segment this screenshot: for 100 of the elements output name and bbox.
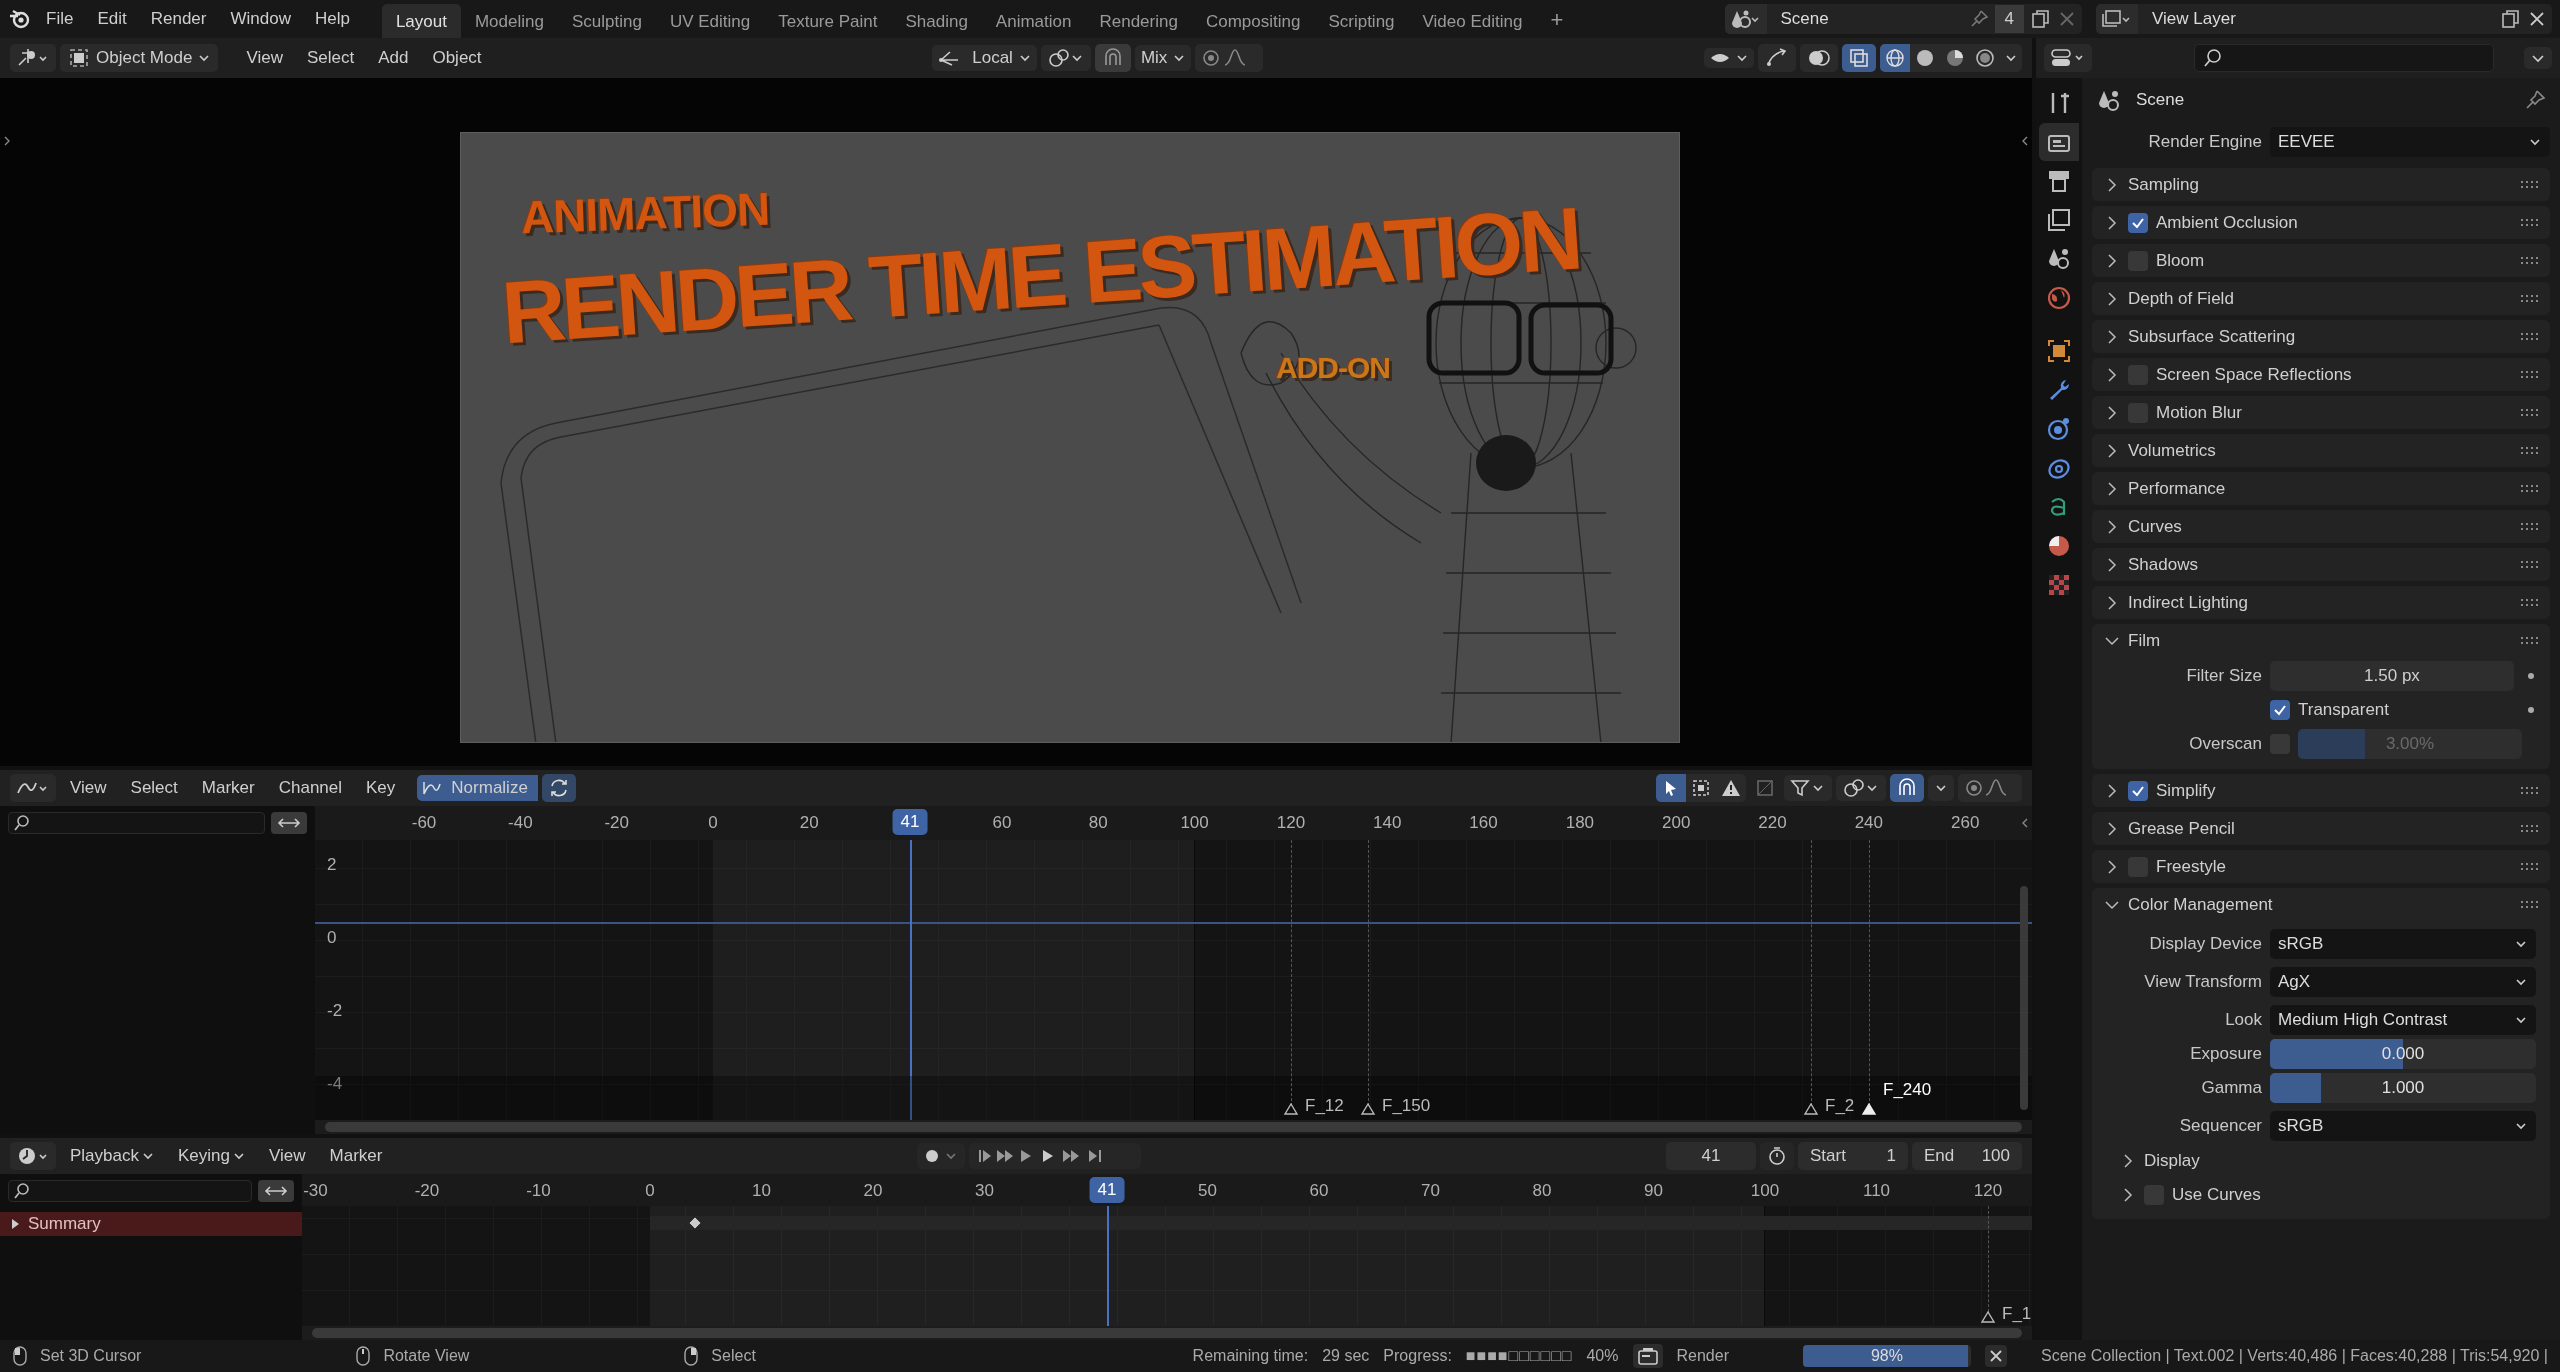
menu-item[interactable]: Help bbox=[304, 5, 360, 33]
checkbox-option[interactable]: Transparent bbox=[2270, 700, 2390, 720]
panel-header[interactable]: Depth of Field bbox=[2092, 282, 2550, 315]
drag-handle-icon[interactable] bbox=[2520, 899, 2540, 910]
menu-item[interactable]: View bbox=[236, 44, 293, 72]
panel-header[interactable]: Film bbox=[2092, 624, 2550, 657]
app-logo-icon[interactable] bbox=[8, 8, 32, 30]
current-frame-indicator[interactable]: 41 bbox=[1089, 1177, 1125, 1203]
record-button[interactable] bbox=[917, 1143, 966, 1169]
slider[interactable]: 1.000 bbox=[2270, 1073, 2536, 1103]
panel-header[interactable]: Simplify bbox=[2092, 774, 2550, 807]
marker[interactable]: F_240 bbox=[1861, 1081, 1932, 1116]
dropdown[interactable]: Medium High Contrast bbox=[2270, 1005, 2536, 1035]
menu-item[interactable]: File bbox=[36, 5, 84, 33]
cursor-tool-button[interactable] bbox=[1656, 774, 1686, 802]
menu-item[interactable]: Channel bbox=[268, 774, 353, 802]
menu-item[interactable]: Add bbox=[368, 44, 419, 72]
scrollbar[interactable] bbox=[312, 1328, 2022, 1338]
close-icon[interactable] bbox=[2528, 10, 2546, 28]
drag-handle-icon[interactable] bbox=[2520, 407, 2540, 418]
drag-handle-icon[interactable] bbox=[2520, 483, 2540, 494]
current-frame-field[interactable]: 41 bbox=[1666, 1142, 1756, 1170]
auto-snap-toggle[interactable] bbox=[1890, 774, 1924, 802]
drag-handle-icon[interactable] bbox=[2520, 861, 2540, 872]
menu-item[interactable]: Select bbox=[120, 774, 188, 802]
visibility-dropdown[interactable] bbox=[1704, 48, 1754, 68]
panel-header[interactable]: Bloom bbox=[2092, 244, 2550, 277]
menu-item[interactable]: Render bbox=[140, 5, 217, 33]
search-field[interactable] bbox=[8, 812, 265, 834]
workspace-tab[interactable]: Layout bbox=[381, 4, 461, 38]
snap-toggle[interactable] bbox=[1094, 44, 1131, 72]
view-layer-name-field[interactable]: View Layer bbox=[2144, 5, 2494, 33]
normalize-toggle[interactable]: Normalize bbox=[417, 775, 538, 801]
panel-header[interactable]: Grease Pencil bbox=[2092, 812, 2550, 845]
properties-tab[interactable] bbox=[2039, 123, 2079, 161]
drag-handle-icon[interactable] bbox=[2520, 785, 2540, 796]
drag-handle-icon[interactable] bbox=[2520, 635, 2540, 646]
scrollbar[interactable] bbox=[2020, 886, 2028, 1110]
swap-button[interactable] bbox=[258, 1180, 294, 1202]
workspace-tab[interactable]: Shading bbox=[891, 4, 982, 38]
dropdown[interactable]: AgX bbox=[2270, 967, 2536, 997]
panel-header[interactable]: Ambient Occlusion bbox=[2092, 206, 2550, 239]
drag-handle-icon[interactable] bbox=[2520, 597, 2540, 608]
workspace-tab[interactable]: Compositing bbox=[1191, 4, 1315, 38]
editor-type-button[interactable] bbox=[10, 44, 56, 72]
playback-controls[interactable] bbox=[969, 1143, 1142, 1169]
view-layer-browse-button[interactable] bbox=[2096, 4, 2138, 34]
workspace-tab[interactable]: Animation bbox=[981, 4, 1086, 38]
marker[interactable]: F_2 bbox=[1803, 1097, 1855, 1116]
panel-header[interactable]: Performance bbox=[2092, 472, 2550, 505]
scene-name-field[interactable]: Scene bbox=[1772, 5, 1963, 33]
overlay-toggle[interactable] bbox=[1800, 44, 1838, 72]
editor-type-button[interactable] bbox=[10, 1142, 56, 1170]
end-frame-field[interactable]: End 100 bbox=[1912, 1142, 2022, 1170]
snap-dropdown[interactable] bbox=[1928, 775, 1954, 801]
workspace-tab[interactable]: Rendering bbox=[1085, 4, 1192, 38]
panel-header[interactable]: Screen Space Reflections bbox=[2092, 358, 2550, 391]
search-field[interactable] bbox=[2194, 44, 2494, 72]
start-frame-field[interactable]: Start 1 bbox=[1798, 1142, 1908, 1170]
editor-type-button[interactable] bbox=[2044, 44, 2092, 72]
marker[interactable]: F_12 bbox=[1283, 1097, 1344, 1116]
scrollbar[interactable] bbox=[325, 1122, 2022, 1132]
gizmo-toggle[interactable] bbox=[1758, 44, 1796, 72]
menu-item[interactable]: Keying bbox=[168, 1142, 255, 1170]
copy-icon[interactable] bbox=[2500, 8, 2522, 30]
xray-toggle[interactable] bbox=[1842, 44, 1876, 72]
menu-item[interactable]: Marker bbox=[191, 774, 265, 802]
checkbox[interactable] bbox=[2128, 780, 2148, 801]
pin-icon[interactable] bbox=[2524, 89, 2546, 111]
menu-item[interactable]: Select bbox=[296, 44, 365, 72]
snap-mode-dropdown[interactable]: Mix bbox=[1134, 45, 1192, 71]
drag-handle-icon[interactable] bbox=[2520, 521, 2540, 532]
menu-item[interactable]: Edit bbox=[87, 5, 137, 33]
workspace-tab[interactable]: Modeling bbox=[460, 4, 558, 38]
channel-row[interactable]: Summary bbox=[0, 1212, 302, 1236]
panel-header[interactable]: Sampling bbox=[2092, 168, 2550, 201]
panel-header[interactable]: Freestyle bbox=[2092, 850, 2550, 883]
slider[interactable]: 0.000 bbox=[2270, 1039, 2536, 1069]
pivot-dropdown[interactable] bbox=[1040, 45, 1091, 71]
drag-handle-icon[interactable] bbox=[2520, 369, 2540, 380]
filter-dropdown[interactable] bbox=[1784, 775, 1832, 801]
drag-handle-icon[interactable] bbox=[2520, 559, 2540, 570]
stopwatch-button[interactable] bbox=[1760, 1142, 1794, 1170]
mode-dropdown[interactable]: Object Mode bbox=[60, 44, 219, 72]
subpanel-header[interactable]: Use Curves bbox=[2092, 1179, 2536, 1209]
search-field[interactable] bbox=[8, 1180, 252, 1202]
editor-type-button[interactable] bbox=[10, 774, 56, 802]
menu-item[interactable]: Window bbox=[220, 5, 301, 33]
panel-header[interactable]: Color Management bbox=[2092, 888, 2550, 921]
current-frame-indicator[interactable]: 41 bbox=[892, 809, 928, 835]
workspace-tab[interactable]: Sculpting bbox=[557, 4, 656, 38]
proportional-edit-button[interactable] bbox=[1958, 774, 2022, 802]
drag-handle-icon[interactable] bbox=[2520, 293, 2540, 304]
panel-header[interactable]: Shadows bbox=[2092, 548, 2550, 581]
subpanel-header[interactable]: Display bbox=[2092, 1145, 2536, 1175]
workspace-tab[interactable]: UV Editing bbox=[655, 4, 765, 38]
menu-item[interactable]: Key bbox=[356, 774, 406, 802]
workspace-tab[interactable]: Texture Paint bbox=[764, 4, 892, 38]
workspace-tab[interactable]: Video Editing bbox=[1408, 4, 1537, 38]
add-workspace-button[interactable]: + bbox=[1536, 4, 1578, 38]
